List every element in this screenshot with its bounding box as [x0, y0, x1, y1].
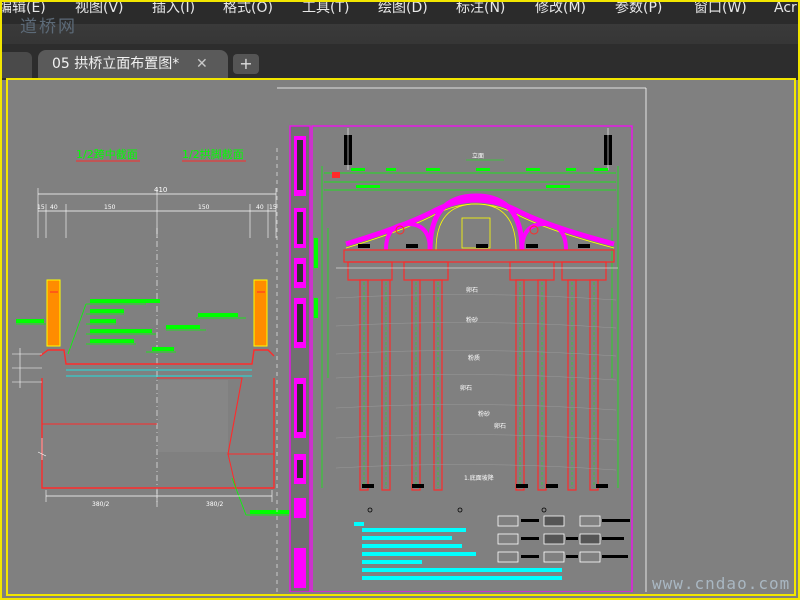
soil-label: 卵石 — [466, 286, 478, 294]
dim-part: 150 — [104, 204, 116, 211]
menu-bar: 编辑(E) 视图(V) 插入(I) 格式(O) 工具(T) 绘图(D) 标注(N… — [2, 2, 798, 24]
level-marker — [332, 172, 340, 178]
bottom-label: 1.底面坡降 — [464, 474, 494, 482]
menu-more[interactable]: Acr — [774, 2, 797, 16]
dim-part: 150 — [198, 204, 210, 211]
watermark-url: www.cndao.com — [652, 574, 791, 593]
tab-arch-bridge-elevation[interactable]: 05 拱桥立面布置图* ✕ — [38, 50, 228, 78]
pier-cap — [509, 261, 555, 281]
dim-bottom-left: 380/2 — [92, 501, 109, 508]
tab-previous[interactable] — [2, 52, 32, 78]
legend — [497, 515, 630, 563]
elevation-sheet: 立面 卵石 粉砂 粉质 卵石 粉砂 卵石 1.底面坡降 — [289, 125, 633, 592]
cross-section: 1/2跨中截面 1/2拱脚截面 410 15 40 150 150 40 15 … — [12, 147, 292, 516]
soil-label: 粉质 — [468, 354, 480, 362]
main-arch-intrados — [435, 203, 517, 251]
pile-tags — [358, 244, 608, 488]
soil-label: 卵石 — [494, 422, 506, 430]
section-right-title: 1/2拱脚截面 — [182, 147, 244, 161]
dim-total-label: 410 — [154, 186, 167, 194]
close-icon[interactable]: ✕ — [196, 50, 208, 78]
document-tab-bar: 05 拱桥立面布置图* ✕ + — [2, 24, 798, 80]
railing-right — [253, 279, 268, 347]
railing-left — [46, 279, 61, 347]
menu-param[interactable]: 参数(P) — [615, 2, 662, 16]
dim-part: 15 — [37, 204, 45, 211]
left-vertical-dim-text — [314, 238, 318, 318]
pier-cap — [403, 261, 449, 281]
dim-part: 15 — [269, 204, 277, 211]
level-marks — [12, 348, 47, 460]
cap-beam — [343, 249, 615, 263]
dim-part: 40 — [50, 204, 58, 211]
soil-label: 卵石 — [460, 384, 472, 392]
notes-block — [354, 522, 562, 580]
section-left-title: 1/2跨中截面 — [76, 147, 138, 161]
drawing-canvas[interactable]: 1/2跨中截面 1/2拱脚截面 410 15 40 150 150 40 15 … — [6, 78, 796, 596]
soil-labels: 卵石 粉砂 粉质 卵石 粉砂 卵石 1.底面坡降 — [460, 286, 506, 482]
left-vertical-dims — [321, 166, 329, 488]
menu-format[interactable]: 格式(O) — [223, 2, 273, 16]
inner-line — [227, 453, 237, 489]
pile-rebar — [363, 282, 595, 488]
dim-part: 40 — [256, 204, 264, 211]
soil-label: 粉砂 — [478, 410, 490, 418]
dim-labels-top — [351, 168, 608, 188]
piles — [359, 279, 599, 491]
menu-modify[interactable]: 修改(M) — [535, 2, 586, 16]
elevation-top-label: 立面 — [472, 152, 484, 160]
add-tab-button[interactable]: + — [233, 54, 259, 74]
app-window: 编辑(E) 视图(V) 插入(I) 格式(O) 工具(T) 绘图(D) 标注(N… — [0, 0, 800, 600]
fill-hatch — [158, 380, 228, 452]
pier-cap — [561, 261, 607, 281]
menu-insert[interactable]: 插入(I) — [152, 2, 195, 16]
menu-view[interactable]: 视图(V) — [75, 2, 124, 16]
menu-draw[interactable]: 绘图(D) — [378, 2, 428, 16]
watermark-logo: 道桥网 — [20, 17, 77, 37]
menu-window[interactable]: 窗口(W) — [694, 2, 747, 16]
menu-tools[interactable]: 工具(T) — [302, 2, 349, 16]
soil-label: 粉砂 — [466, 316, 478, 324]
menu-dimension[interactable]: 标注(N) — [456, 2, 505, 16]
arch-crown-detail — [461, 217, 491, 249]
dim-bottom-right: 380/2 — [206, 501, 223, 508]
pier-cap — [347, 261, 393, 281]
tab-label: 05 拱桥立面布置图* — [52, 56, 180, 72]
cad-drawing: 1/2跨中截面 1/2拱脚截面 410 15 40 150 150 40 15 … — [12, 87, 647, 592]
